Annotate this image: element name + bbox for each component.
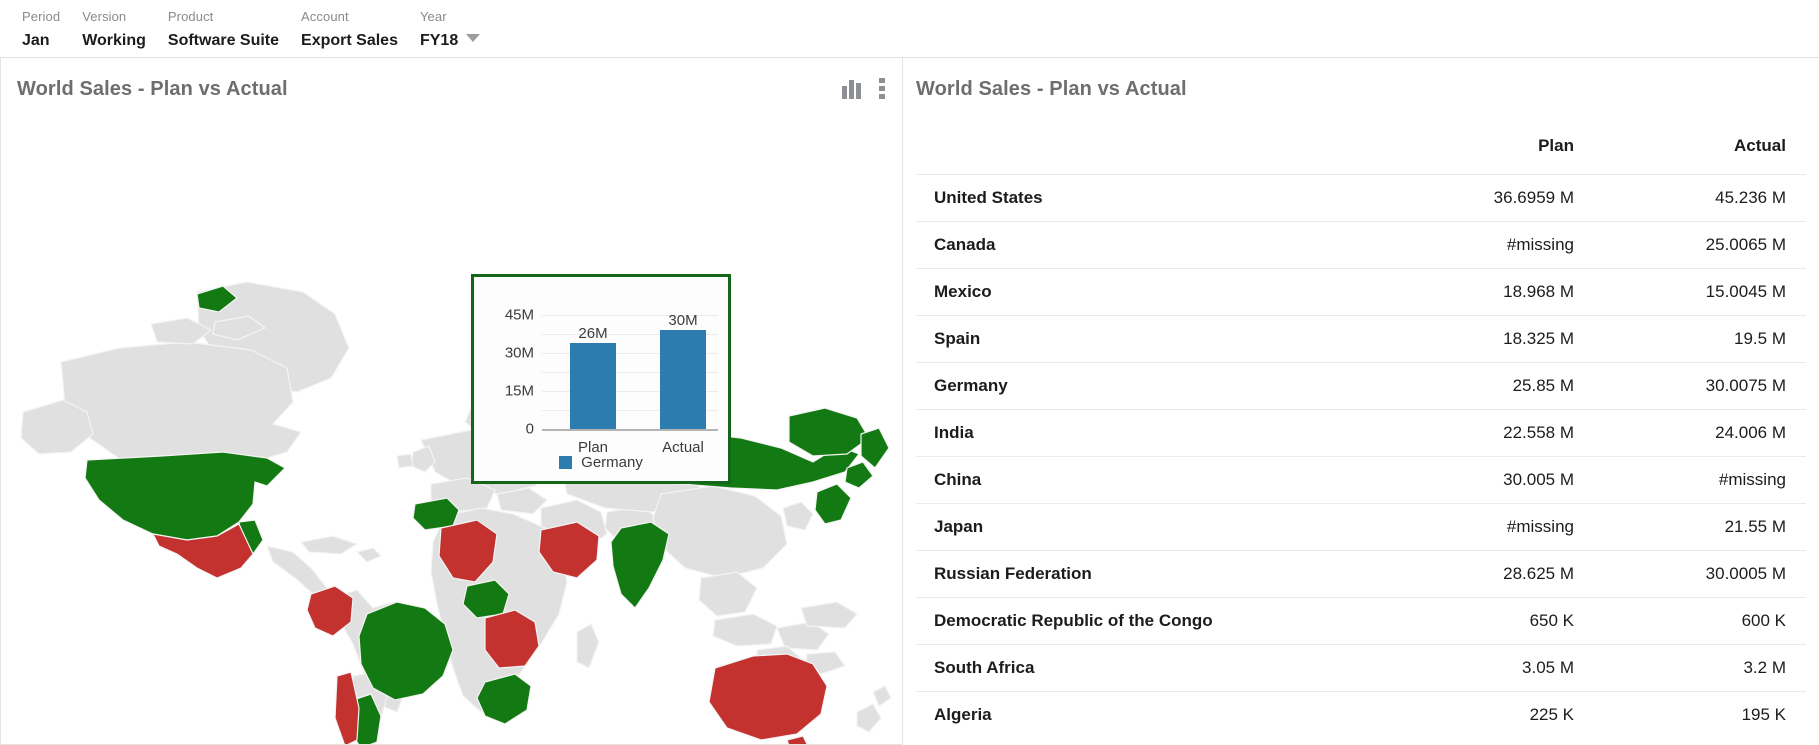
filter-bar: Period Jan Version Working Product Softw… — [0, 0, 1819, 58]
cell-plan: 36.6959 M — [1391, 174, 1606, 222]
table-row[interactable]: Canada #missing 25.0065 M — [916, 221, 1806, 269]
col-header-plan[interactable]: Plan — [1391, 122, 1606, 175]
cell-country: Canada — [916, 221, 1391, 269]
table-row[interactable]: Spain 18.325 M 19.5 M — [916, 315, 1806, 363]
bar-label-plan: 26M — [578, 325, 608, 342]
cell-country: Russian Federation — [916, 550, 1391, 598]
legend-swatch-germany — [559, 456, 573, 469]
table-row[interactable]: Germany 25.85 M 30.0075 M — [916, 362, 1806, 410]
table-row[interactable]: South Africa 3.05 M 3.2 M — [916, 644, 1806, 692]
bar-actual[interactable] — [660, 330, 706, 429]
filter-account-label: Account — [301, 9, 349, 24]
cell-actual: 30.0075 M — [1606, 362, 1806, 410]
cell-actual: 600 K — [1606, 597, 1806, 645]
cell-actual: 45.236 M — [1606, 174, 1806, 222]
germany-chart-tooltip[interactable]: 45M 30M 15M 0 26M 30M Plan Actual German… — [471, 274, 731, 484]
world-map-svg[interactable] — [1, 116, 903, 745]
cell-country: South Africa — [916, 644, 1391, 692]
filter-account-value[interactable]: Export Sales — [301, 29, 398, 53]
cell-actual: 24.006 M — [1606, 409, 1806, 457]
filter-year[interactable]: Year FY18 — [398, 8, 481, 53]
cell-actual: 21.55 M — [1606, 503, 1806, 551]
chevron-down-icon[interactable] — [466, 33, 481, 42]
cell-plan: #missing — [1391, 503, 1606, 551]
legend-label-germany: Germany — [581, 454, 643, 471]
cell-actual: 30.0005 M — [1606, 550, 1806, 598]
table-row[interactable]: Mexico 18.968 M 15.0045 M — [916, 268, 1806, 316]
table-row[interactable]: Japan #missing 21.55 M — [916, 503, 1806, 551]
cell-country: United States — [916, 174, 1391, 222]
table-row[interactable]: India 22.558 M 24.006 M — [916, 409, 1806, 457]
col-header-actual[interactable]: Actual — [1606, 122, 1806, 175]
map-card: World Sales - Plan vs Actual 45M 30M 15M… — [0, 58, 903, 745]
cell-actual: 195 K — [1606, 691, 1806, 739]
tooltip-legend: Germany — [474, 454, 728, 471]
cell-plan: 22.558 M — [1391, 409, 1606, 457]
bar-chart-icon[interactable] — [841, 79, 863, 99]
cell-country: Mexico — [916, 268, 1391, 316]
filter-account[interactable]: Account Export Sales — [279, 8, 398, 53]
cell-country: India — [916, 409, 1391, 457]
filter-year-label: Year — [419, 9, 447, 24]
kebab-menu-icon[interactable] — [879, 78, 886, 99]
filter-period-value[interactable]: Jan — [22, 29, 50, 53]
table-header-row: Plan Actual — [916, 122, 1806, 175]
cell-actual: #missing — [1606, 456, 1806, 504]
cell-country: Spain — [916, 315, 1391, 363]
y-tick-0: 0 — [525, 420, 534, 438]
filter-year-value[interactable]: FY18 — [420, 29, 458, 53]
bar-label-actual: 30M — [668, 312, 698, 329]
cell-plan: 650 K — [1391, 597, 1606, 645]
table-row[interactable]: Russian Federation 28.625 M 30.0005 M — [916, 550, 1806, 598]
cell-plan: 3.05 M — [1391, 644, 1606, 692]
cell-plan: 18.968 M — [1391, 268, 1606, 316]
filter-version[interactable]: Version Working — [60, 8, 146, 53]
dashboard-content: World Sales - Plan vs Actual 45M 30M 15M… — [0, 58, 1819, 745]
world-map-container[interactable] — [1, 116, 903, 745]
sales-table-head: Plan Actual — [916, 122, 1806, 175]
y-tick-45m: 45M — [504, 306, 534, 324]
cell-plan: 225 K — [1391, 691, 1606, 739]
cell-plan: 18.325 M — [1391, 315, 1606, 363]
y-tick-30m: 30M — [504, 344, 534, 362]
sales-table-container: Plan Actual United States 36.6959 M 45.236… — [916, 122, 1806, 739]
filter-product[interactable]: Product Software Suite — [146, 8, 279, 53]
cell-country: China — [916, 456, 1391, 504]
map-card-title: World Sales - Plan vs Actual — [17, 78, 288, 100]
filter-product-label: Product — [167, 9, 214, 24]
table-row[interactable]: Democratic Republic of the Congo 650 K 600… — [916, 597, 1806, 645]
cell-country: Germany — [916, 362, 1391, 410]
cell-country: Japan — [916, 503, 1391, 551]
table-card: World Sales - Plan vs Actual Plan Actual… — [903, 58, 1819, 745]
cell-country: Algeria — [916, 691, 1391, 739]
x-axis-line — [542, 429, 718, 431]
cell-plan: #missing — [1391, 221, 1606, 269]
table-row[interactable]: China 30.005 M #missing — [916, 456, 1806, 504]
filter-period-label: Period — [22, 9, 61, 24]
y-tick-15m: 15M — [504, 382, 534, 400]
cell-plan: 30.005 M — [1391, 456, 1606, 504]
sales-table-body: United States 36.6959 M 45.236 M Canada #mis… — [916, 174, 1806, 739]
table-row[interactable]: Algeria 225 K 195 K — [916, 691, 1806, 739]
sales-table: Plan Actual United States 36.6959 M 45.236… — [916, 122, 1806, 739]
cell-actual: 19.5 M — [1606, 315, 1806, 363]
filter-version-label: Version — [82, 9, 127, 24]
map-card-toolbar — [841, 78, 886, 99]
table-row[interactable]: United States 36.6959 M 45.236 M — [916, 174, 1806, 222]
cell-actual: 25.0065 M — [1606, 221, 1806, 269]
filter-product-value[interactable]: Software Suite — [168, 29, 279, 53]
tooltip-plot-area: 45M 30M 15M 0 26M 30M Plan Actual — [474, 277, 728, 481]
cell-plan: 25.85 M — [1391, 362, 1606, 410]
cell-actual: 15.0045 M — [1606, 268, 1806, 316]
cell-actual: 3.2 M — [1606, 644, 1806, 692]
cell-country: Democratic Republic of the Congo — [916, 597, 1391, 645]
filter-period[interactable]: Period Jan — [0, 8, 60, 53]
filter-version-value[interactable]: Working — [82, 29, 146, 53]
bar-plan[interactable] — [570, 343, 616, 429]
cell-plan: 28.625 M — [1391, 550, 1606, 598]
table-card-title: World Sales - Plan vs Actual — [916, 78, 1187, 100]
col-header-country[interactable] — [916, 122, 1391, 175]
